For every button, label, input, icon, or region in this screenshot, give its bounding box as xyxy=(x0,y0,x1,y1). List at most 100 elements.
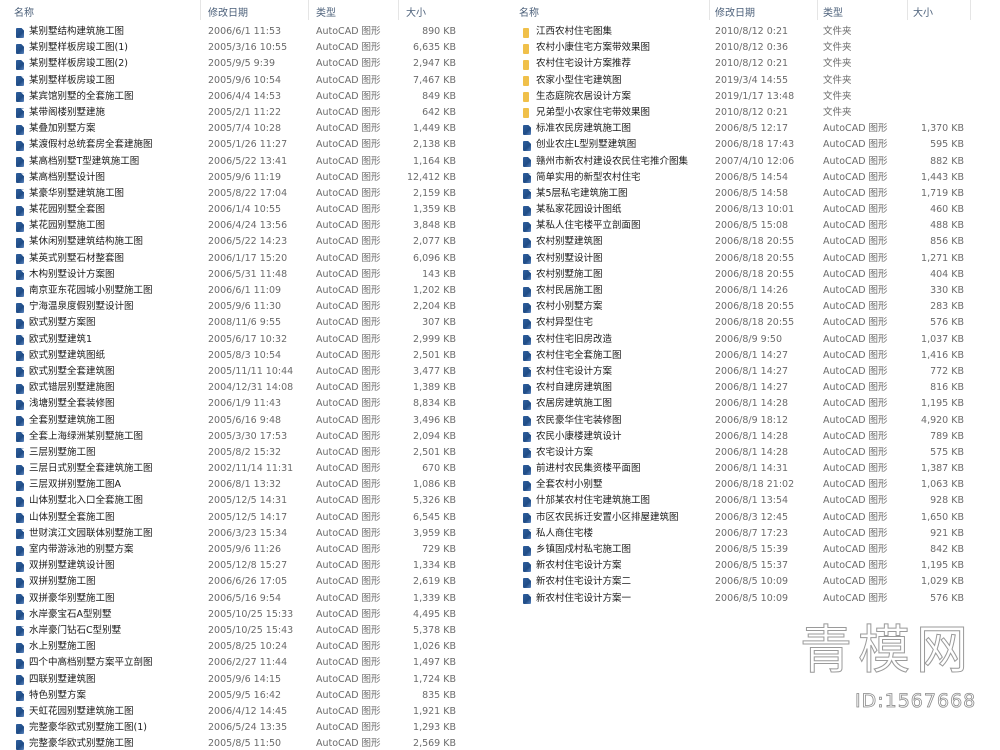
column-header-name[interactable]: 名称 xyxy=(14,4,34,19)
file-row[interactable]: 某别墅样板房竣工图(1) 2005/3/16 10:55 AutoCAD 图形 6,6… xyxy=(0,40,470,56)
file-row[interactable]: 农民豪华住宅装修图 2006/8/9 18:12 AutoCAD 图形 4,920 K… xyxy=(505,413,1000,429)
column-header-size[interactable]: 大小 xyxy=(406,4,426,19)
file-row[interactable]: 完整豪华欧式别墅施工图(1) 2006/5/24 13:35 AutoCAD 图形 1… xyxy=(0,720,470,736)
file-row[interactable]: 市区农民拆迁安置小区排屋建筑图 2006/8/3 12:45 AutoCAD 图形 1… xyxy=(505,510,1000,526)
file-row[interactable]: 农村小别墅方案 2006/8/18 20:55 AutoCAD 图形 283 KB xyxy=(505,299,1000,315)
file-row[interactable]: 欧式别墅全套建筑图 2005/11/11 10:44 AutoCAD 图形 3,477… xyxy=(0,364,470,380)
file-row[interactable]: 欧式别墅建筑1 2005/6/17 10:32 AutoCAD 图形 2,999 KB xyxy=(0,332,470,348)
column-divider[interactable] xyxy=(907,0,908,20)
modified-date: 2005/9/5 16:42 xyxy=(208,689,282,701)
column-divider[interactable] xyxy=(970,0,971,20)
folder-row[interactable]: 兄弟型小农家住宅带效果图 2010/8/12 0:21 文件夹 xyxy=(505,105,1000,121)
file-row[interactable]: 农宅设计方案 2006/8/1 14:28 AutoCAD 图形 575 KB xyxy=(505,445,1000,461)
column-header-name[interactable]: 名称 xyxy=(519,4,539,19)
file-row[interactable]: 农村住宅全套施工图 2006/8/1 14:27 AutoCAD 图形 1,416 K… xyxy=(505,348,1000,364)
file-row[interactable]: 天虹花园别墅建筑施工图 2006/4/12 14:45 AutoCAD 图形 1,92… xyxy=(0,704,470,720)
file-row[interactable]: 四个中高档别墅方案平立剖图 2006/2/27 11:44 AutoCAD 图形 1,… xyxy=(0,655,470,671)
file-row[interactable]: 农村别墅施工图 2006/8/18 20:55 AutoCAD 图形 404 KB xyxy=(505,267,1000,283)
file-row[interactable]: 农村住宅旧房改造 2006/8/9 9:50 AutoCAD 图形 1,037 KB xyxy=(505,332,1000,348)
column-header-date[interactable]: 修改日期 xyxy=(715,4,755,19)
file-row[interactable]: 新农村住宅设计方案二 2006/8/5 10:09 AutoCAD 图形 1,029 … xyxy=(505,574,1000,590)
file-row[interactable]: 某豪华别墅建筑施工图 2005/8/22 17:04 AutoCAD 图形 2,159… xyxy=(0,186,470,202)
file-row[interactable]: 标准农民房建筑施工图 2006/8/5 12:17 AutoCAD 图形 1,370 … xyxy=(505,121,1000,137)
file-row[interactable]: 某叠加别墅方案 2005/7/4 10:28 AutoCAD 图形 1,449 KB xyxy=(0,121,470,137)
file-row[interactable]: 双拼豪华别墅施工图 2006/5/16 9:54 AutoCAD 图形 1,339 K… xyxy=(0,591,470,607)
file-row[interactable]: 双拼别墅施工图 2006/6/26 17:05 AutoCAD 图形 2,619 KB xyxy=(0,574,470,590)
file-row[interactable]: 赣州市新农村建设农民住宅推介图集 2007/4/10 12:06 AutoCAD 图… xyxy=(505,154,1000,170)
column-header-type[interactable]: 类型 xyxy=(316,4,336,19)
file-row[interactable]: 山体别墅北入口全套施工图 2005/12/5 14:31 AutoCAD 图形 5,3… xyxy=(0,493,470,509)
file-row[interactable]: 山体别墅全套施工图 2005/12/5 14:17 AutoCAD 图形 6,545 … xyxy=(0,510,470,526)
file-type: 文件夹 xyxy=(823,26,852,37)
folder-row[interactable]: 农村住宅设计方案推荐 2010/8/12 0:21 文件夹 xyxy=(505,56,1000,72)
file-row[interactable]: 欧式错层别墅建施图 2004/12/31 14:08 AutoCAD 图形 1,389… xyxy=(0,380,470,396)
file-row[interactable]: 某带阁楼别墅建施 2005/2/1 11:22 AutoCAD 图形 642 KB xyxy=(0,105,470,121)
file-row[interactable]: 世财滨江文园联体别墅施工图 2006/3/23 15:34 AutoCAD 图形 3,… xyxy=(0,526,470,542)
file-row[interactable]: 创业农庄L型别墅建筑图 2006/8/18 17:43 AutoCAD 图形 595 … xyxy=(505,137,1000,153)
file-row[interactable]: 水上别墅施工图 2005/8/25 10:24 AutoCAD 图形 1,026 KB xyxy=(0,639,470,655)
file-row[interactable]: 四联别墅建筑图 2005/9/6 14:15 AutoCAD 图形 1,724 KB xyxy=(0,672,470,688)
column-divider[interactable] xyxy=(200,0,201,20)
file-row[interactable]: 木构别墅设计方案图 2006/5/31 11:48 AutoCAD 图形 143 KB xyxy=(0,267,470,283)
file-row[interactable]: 某高档别墅T型建筑施工图 2006/5/22 13:41 AutoCAD 图形 1,1… xyxy=(0,154,470,170)
column-divider[interactable] xyxy=(308,0,309,20)
file-row[interactable]: 私人商住宅楼 2006/8/7 17:23 AutoCAD 图形 921 KB xyxy=(505,526,1000,542)
file-row[interactable]: 浅塘别墅全套装修图 2006/1/9 11:43 AutoCAD 图形 8,834 K… xyxy=(0,396,470,412)
file-row[interactable]: 三层双拼别墅施工图A 2006/8/1 13:32 AutoCAD 图形 1,086 … xyxy=(0,477,470,493)
file-row[interactable]: 某宾馆别墅的全套施工图 2006/4/4 14:53 AutoCAD 图形 849 K… xyxy=(0,89,470,105)
file-row[interactable]: 某高档别墅设计图 2005/9/6 11:19 AutoCAD 图形 12,412 K… xyxy=(0,170,470,186)
file-row[interactable]: 农居房建筑施工图 2006/8/1 14:28 AutoCAD 图形 1,195 KB xyxy=(505,396,1000,412)
file-row[interactable]: 农村别墅建筑图 2006/8/18 20:55 AutoCAD 图形 856 KB xyxy=(505,234,1000,250)
file-row[interactable]: 水岸豪门钻石C型别墅 2005/10/25 15:43 AutoCAD 图形 5,37… xyxy=(0,623,470,639)
column-divider[interactable] xyxy=(398,0,399,20)
file-row[interactable]: 某别墅结构建筑施工图 2006/6/1 11:53 AutoCAD 图形 890 KB xyxy=(0,24,470,40)
file-row[interactable]: 某花园别墅全套图 2006/1/4 10:55 AutoCAD 图形 1,359 KB xyxy=(0,202,470,218)
file-row[interactable]: 三层日式别墅全套建筑施工图 2002/11/14 11:31 AutoCAD 图形 6… xyxy=(0,461,470,477)
file-row[interactable]: 欧式别墅方案图 2008/11/6 9:55 AutoCAD 图形 307 KB xyxy=(0,315,470,331)
folder-row[interactable]: 生态庭院农居设计方案 2019/1/17 13:48 文件夹 xyxy=(505,89,1000,105)
file-row[interactable]: 全套农村小别墅 2006/8/18 21:02 AutoCAD 图形 1,063 KB xyxy=(505,477,1000,493)
file-row[interactable]: 农村自建房建筑图 2006/8/1 14:27 AutoCAD 图形 816 KB xyxy=(505,380,1000,396)
file-row[interactable]: 农村别墅设计图 2006/8/18 20:55 AutoCAD 图形 1,271 KB xyxy=(505,251,1000,267)
file-row[interactable]: 某私家花园设计图纸 2006/8/13 10:01 AutoCAD 图形 460 KB xyxy=(505,202,1000,218)
file-row[interactable]: 某别墅样板房竣工图(2) 2005/9/5 9:39 AutoCAD 图形 2,947… xyxy=(0,56,470,72)
column-divider[interactable] xyxy=(709,0,710,20)
file-row[interactable]: 特色别墅方案 2005/9/5 16:42 AutoCAD 图形 835 KB xyxy=(0,688,470,704)
file-row[interactable]: 三层别墅施工图 2005/8/2 15:32 AutoCAD 图形 2,501 KB xyxy=(0,445,470,461)
file-size: 488 KB xyxy=(930,220,964,232)
file-row[interactable]: 农村住宅设计方案 2006/8/1 14:27 AutoCAD 图形 772 KB xyxy=(505,364,1000,380)
file-row[interactable]: 前进村农民集资楼平面图 2006/8/1 14:31 AutoCAD 图形 1,387… xyxy=(505,461,1000,477)
file-row[interactable]: 双拼别墅建筑设计图 2005/12/8 15:27 AutoCAD 图形 1,334 … xyxy=(0,558,470,574)
column-header-date[interactable]: 修改日期 xyxy=(208,4,248,19)
file-row[interactable]: 什邡某农村住宅建筑施工图 2006/8/1 13:54 AutoCAD 图形 928 … xyxy=(505,493,1000,509)
file-row[interactable]: 某渡假村总统套房全套建施图 2005/1/26 11:27 AutoCAD 图形 2,… xyxy=(0,137,470,153)
file-row[interactable]: 某英式别墅石材整套图 2006/1/17 15:20 AutoCAD 图形 6,096… xyxy=(0,251,470,267)
file-row[interactable]: 某私人住宅楼平立剖面图 2006/8/5 15:08 AutoCAD 图形 488 K… xyxy=(505,218,1000,234)
file-row[interactable]: 农民小康楼建筑设计 2006/8/1 14:28 AutoCAD 图形 789 KB xyxy=(505,429,1000,445)
file-row[interactable]: 水岸豪宝石A型别墅 2005/10/25 15:33 AutoCAD 图形 4,495… xyxy=(0,607,470,623)
folder-row[interactable]: 农村小康住宅方案带效果图 2010/8/12 0:36 文件夹 xyxy=(505,40,1000,56)
file-row[interactable]: 某5层私宅建筑施工图 2006/8/5 14:58 AutoCAD 图形 1,719 … xyxy=(505,186,1000,202)
file-row[interactable]: 宁海温泉度假别墅设计图 2005/9/6 11:30 AutoCAD 图形 2,204… xyxy=(0,299,470,315)
file-row[interactable]: 新农村住宅设计方案一 2006/8/5 10:09 AutoCAD 图形 576 KB xyxy=(505,591,1000,607)
file-row[interactable]: 全套别墅建筑施工图 2005/6/16 9:48 AutoCAD 图形 3,496 K… xyxy=(0,413,470,429)
column-header-size[interactable]: 大小 xyxy=(913,4,933,19)
file-row[interactable]: 农村异型住宅 2006/8/18 20:55 AutoCAD 图形 576 KB xyxy=(505,315,1000,331)
file-row[interactable]: 某休闲别墅建筑结构施工图 2006/5/22 14:23 AutoCAD 图形 2,0… xyxy=(0,234,470,250)
file-row[interactable]: 简单实用的新型农村住宅 2006/8/5 14:54 AutoCAD 图形 1,443… xyxy=(505,170,1000,186)
folder-row[interactable]: 农家小型住宅建筑图 2019/3/4 14:55 文件夹 xyxy=(505,73,1000,89)
file-row[interactable]: 乡镇固戍村私宅施工图 2006/8/5 15:39 AutoCAD 图形 842 KB xyxy=(505,542,1000,558)
column-header-type[interactable]: 类型 xyxy=(823,4,843,19)
file-row[interactable]: 南京亚东花园城小别墅施工图 2006/6/1 11:09 AutoCAD 图形 1,2… xyxy=(0,283,470,299)
file-row[interactable]: 欧式别墅建筑图纸 2005/8/3 10:54 AutoCAD 图形 2,501 KB xyxy=(0,348,470,364)
file-row[interactable]: 农村民居施工图 2006/8/1 14:26 AutoCAD 图形 330 KB xyxy=(505,283,1000,299)
file-row[interactable]: 室内带游泳池的别墅方案 2005/9/6 11:26 AutoCAD 图形 729 K… xyxy=(0,542,470,558)
file-row[interactable]: 某别墅样板房竣工图 2005/9/6 10:54 AutoCAD 图形 7,467 K… xyxy=(0,73,470,89)
file-row[interactable]: 完整豪华欧式别墅施工图 2005/8/5 11:50 AutoCAD 图形 2,569… xyxy=(0,736,470,750)
folder-row[interactable]: 江西农村住宅图集 2010/8/12 0:21 文件夹 xyxy=(505,24,1000,40)
file-type: AutoCAD 图形 xyxy=(316,155,381,167)
file-row[interactable]: 新农村住宅设计方案 2006/8/5 15:37 AutoCAD 图形 1,195 K… xyxy=(505,558,1000,574)
column-divider[interactable] xyxy=(817,0,818,20)
file-row[interactable]: 全套上海绿洲某别墅施工图 2005/3/30 17:53 AutoCAD 图形 2,0… xyxy=(0,429,470,445)
file-row[interactable]: 某花园别墅施工图 2006/4/24 13:56 AutoCAD 图形 3,848 K… xyxy=(0,218,470,234)
